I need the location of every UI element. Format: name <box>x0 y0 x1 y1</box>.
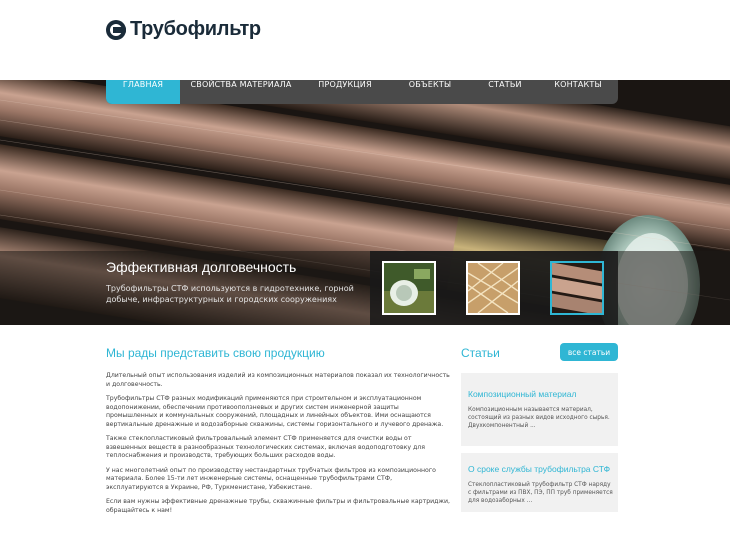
paragraph: Трубофильтры СТФ разных модификаций прим… <box>106 395 444 428</box>
thumb-pipe-landscape-image <box>384 263 434 313</box>
article-excerpt: Стеклопластиковый трубофильтр СТФ наряду… <box>468 482 613 504</box>
slide-thumb-1[interactable] <box>382 261 436 315</box>
paragraph: У нас многолетний опыт по производству н… <box>106 466 436 491</box>
article-excerpt: Композиционным называется материал, сост… <box>468 407 610 429</box>
hero-banner: ГЛАВНАЯ СВОЙСТВА МАТЕРИАЛА ПРОДУКЦИЯ ОБЪ… <box>0 80 730 325</box>
article-card: Композиционный материал Композиционным н… <box>461 373 618 446</box>
thumb-pipes-stack-image <box>552 263 602 313</box>
hero-title: Эффективная долговечность <box>106 259 297 275</box>
main-title: Мы рады представить свою продукцию <box>106 346 325 360</box>
paragraph: Длительный опыт использования изделий из… <box>106 372 450 388</box>
nav-item-home[interactable]: ГЛАВНАЯ <box>106 80 180 104</box>
hero-text: Трубофильтры СТФ используются в гидротех… <box>106 284 354 304</box>
all-articles-button[interactable]: все статьи <box>560 343 618 361</box>
article-card: О сроке службы трубофильтра СТФ Стеклопл… <box>461 453 618 512</box>
site-logo[interactable]: Трубофильтр <box>106 18 261 41</box>
slide-thumb-2[interactable] <box>466 261 520 315</box>
slider-thumbnails <box>370 251 618 325</box>
nav-item-objects[interactable]: ОБЪЕКТЫ <box>388 80 472 104</box>
articles-title: Статьи <box>461 346 500 360</box>
main-text: Длительный опыт использования изделий из… <box>106 372 451 521</box>
logo-mark-icon <box>106 19 126 40</box>
paragraph: Если вам нужны эффективные дренажные тру… <box>106 498 450 514</box>
hero-caption: Эффективная долговечность Трубофильтры С… <box>0 251 730 325</box>
thumb-pipe-winding-image <box>468 263 518 313</box>
logo-text: Трубофильтр <box>130 18 261 40</box>
nav-item-products[interactable]: ПРОДУКЦИЯ <box>302 80 388 104</box>
nav-item-articles[interactable]: СТАТЬИ <box>472 80 538 104</box>
nav-item-material[interactable]: СВОЙСТВА МАТЕРИАЛА <box>180 80 302 104</box>
main-nav: ГЛАВНАЯ СВОЙСТВА МАТЕРИАЛА ПРОДУКЦИЯ ОБЪ… <box>106 80 618 104</box>
slide-thumb-3[interactable] <box>550 261 604 315</box>
article-title-link[interactable]: Композиционный материал <box>468 389 576 399</box>
nav-item-contacts[interactable]: КОНТАКТЫ <box>538 80 618 104</box>
article-title-link[interactable]: О сроке службы трубофильтра СТФ <box>468 464 610 474</box>
paragraph: Также стеклопластиковый фильтровальный э… <box>106 435 425 459</box>
